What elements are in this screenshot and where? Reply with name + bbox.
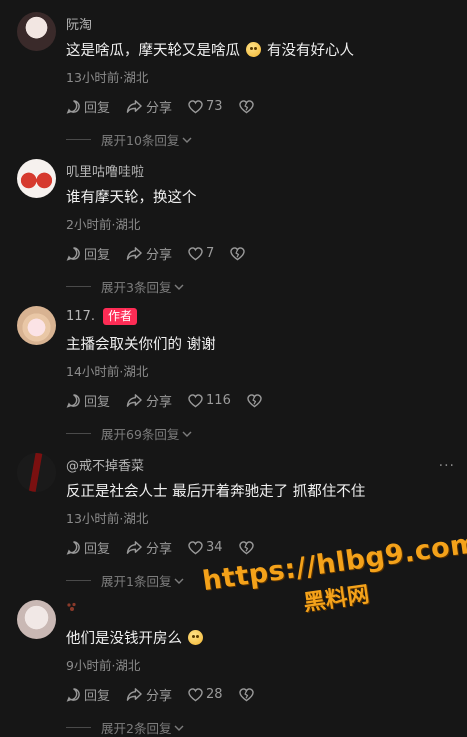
reply-icon xyxy=(66,688,80,702)
comment-actions: 回复 分享 116 xyxy=(66,391,281,410)
reply-icon xyxy=(66,247,80,261)
paw-icon xyxy=(67,602,76,611)
comment-text: 反正是社会人士 最后开着奔驰走了 抓都住不住 xyxy=(66,484,366,500)
comment-meta: 13小时前·湖北 xyxy=(66,70,149,85)
chevron-down-icon xyxy=(182,431,192,437)
heart-icon xyxy=(188,687,203,701)
reply-button[interactable]: 回复 xyxy=(66,391,110,410)
expand-replies-button[interactable]: 展开10条回复 xyxy=(66,130,192,149)
heart-icon xyxy=(188,246,203,260)
dislike-button[interactable] xyxy=(247,393,265,408)
share-icon xyxy=(126,247,142,260)
broken-heart-icon xyxy=(238,540,254,554)
heart-icon xyxy=(188,540,203,554)
like-button[interactable]: 73 xyxy=(188,99,223,114)
reply-button[interactable]: 回复 xyxy=(66,685,110,704)
share-button[interactable]: 分享 xyxy=(126,685,172,704)
chevron-down-icon xyxy=(182,137,192,143)
like-button[interactable]: 34 xyxy=(188,540,223,555)
comment-meta: 13小时前·湖北 xyxy=(66,511,149,526)
avatar[interactable] xyxy=(17,12,56,51)
divider xyxy=(66,580,91,581)
comment-meta: 2小时前·湖北 xyxy=(66,217,141,232)
comment-username[interactable]: 叽里咕噜哇啦 xyxy=(66,161,144,180)
broken-heart-icon xyxy=(238,687,254,701)
comment-actions: 回复 分享 7 xyxy=(66,244,264,263)
comment-username[interactable]: @戒不掉香菜 xyxy=(66,455,144,474)
heart-icon xyxy=(188,99,203,113)
reply-icon xyxy=(66,100,80,114)
crying-emoji-icon xyxy=(246,42,261,57)
watermark-name: 黑料网 xyxy=(302,582,371,617)
reply-icon xyxy=(66,541,80,555)
comment-meta: 9小时前·湖北 xyxy=(66,658,141,673)
share-icon xyxy=(126,688,142,701)
divider xyxy=(66,139,91,140)
avatar[interactable] xyxy=(17,306,56,345)
dislike-button[interactable] xyxy=(230,246,248,261)
broken-heart-icon xyxy=(238,99,254,113)
author-badge: 作者 xyxy=(102,308,137,325)
avatar[interactable] xyxy=(17,453,56,492)
share-button[interactable]: 分享 xyxy=(126,244,172,263)
expand-replies-button[interactable]: 展开2条回复 xyxy=(66,718,184,737)
divider xyxy=(66,286,91,287)
avatar[interactable] xyxy=(17,159,56,198)
dislike-button[interactable] xyxy=(238,687,257,702)
chevron-down-icon xyxy=(174,284,184,290)
like-button[interactable]: 7 xyxy=(188,246,214,261)
comment-actions: 回复 分享 28 xyxy=(66,685,273,704)
avatar[interactable] xyxy=(17,600,56,639)
more-options-button[interactable]: ··· xyxy=(439,458,455,474)
comment-text: 主播会取关你们的 谢谢 xyxy=(66,337,216,353)
heart-icon xyxy=(188,393,203,407)
broken-heart-icon xyxy=(230,246,246,260)
share-button[interactable]: 分享 xyxy=(126,538,172,557)
comment-actions: 回复 分享 34 xyxy=(66,538,273,557)
share-icon xyxy=(126,541,142,554)
comment-text: 谁有摩天轮，换这个 xyxy=(66,190,197,206)
reply-button[interactable]: 回复 xyxy=(66,97,110,116)
like-button[interactable]: 116 xyxy=(188,393,231,408)
comment-username[interactable]: 117. 作者 xyxy=(66,308,137,325)
shocked-emoji-icon xyxy=(188,630,203,645)
comment-meta: 14小时前·湖北 xyxy=(66,364,149,379)
comment-username[interactable] xyxy=(66,602,78,612)
reply-icon xyxy=(66,394,80,408)
reply-button[interactable]: 回复 xyxy=(66,538,110,557)
comment-username[interactable]: 阮淘 xyxy=(66,14,92,33)
dislike-button[interactable] xyxy=(238,540,257,555)
share-button[interactable]: 分享 xyxy=(126,391,172,410)
expand-replies-button[interactable]: 展开69条回复 xyxy=(66,424,192,443)
chevron-down-icon xyxy=(174,578,184,584)
share-button[interactable]: 分享 xyxy=(126,97,172,116)
reply-button[interactable]: 回复 xyxy=(66,244,110,263)
chevron-down-icon xyxy=(174,725,184,731)
share-icon xyxy=(126,100,142,113)
divider xyxy=(66,727,91,728)
comment-text: 这是啥瓜，摩天轮又是啥瓜 有没有好心人 xyxy=(66,42,354,59)
divider xyxy=(66,433,91,434)
share-icon xyxy=(126,394,142,407)
dislike-button[interactable] xyxy=(238,99,257,114)
like-button[interactable]: 28 xyxy=(188,687,223,702)
comment-actions: 回复 分享 73 xyxy=(66,97,273,116)
broken-heart-icon xyxy=(247,393,262,407)
expand-replies-button[interactable]: 展开1条回复 xyxy=(66,571,184,590)
comment-text: 他们是没钱开房么 xyxy=(66,627,209,648)
expand-replies-button[interactable]: 展开3条回复 xyxy=(66,277,184,296)
